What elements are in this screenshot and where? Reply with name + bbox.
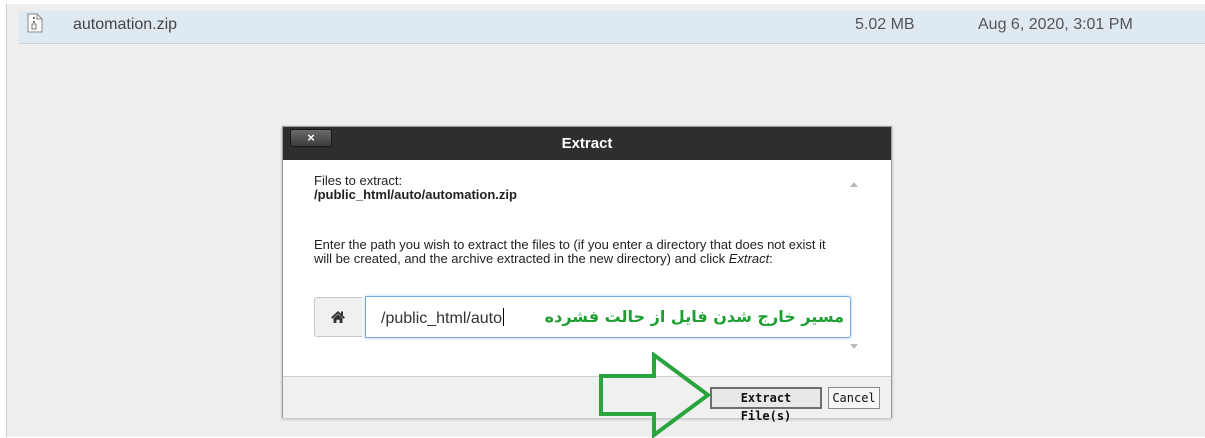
path-text[interactable]: /public_html/auto [381,310,502,327]
text-caret [502,308,504,326]
home-addon[interactable] [314,297,362,337]
path-value[interactable]: /public_html/auto [381,308,504,328]
files-to-extract-label: Files to extract: [314,173,403,188]
extract-instructions: Enter the path you wish to extract the f… [314,238,834,265]
file-row[interactable]: automation.zip 5.02 MB Aug 6, 2020, 3:01… [19,11,1205,44]
home-icon [331,311,345,323]
files-to-extract-path: /public_html/auto/automation.zip [314,187,517,202]
cancel-button[interactable]: Cancel [828,387,880,409]
annotation-text: مسیر خارج شدن فایل از حالت فشرده [544,307,844,326]
dialog-body: Files to extract: /public_html/auto/auto… [283,160,891,376]
zip-file-icon [27,13,43,33]
annotation-arrow-icon [599,352,712,438]
extract-path-input[interactable]: /public_html/auto مسیر خارج شدن فایل از … [365,296,851,338]
instructions-colon: : [769,250,773,266]
dialog-title: Extract [561,135,613,152]
dialog-footer: Extract File(s) Cancel [283,376,891,423]
extract-dialog: × Extract Files to extract: /public_html… [282,126,892,423]
extract-path-group: /public_html/auto مسیر خارج شدن فایل از … [314,296,851,339]
scroll-down-icon[interactable] [850,344,858,349]
file-name[interactable]: automation.zip [73,16,177,34]
scroll-up-icon[interactable] [850,182,858,187]
file-modified-date: Aug 6, 2020, 3:01 PM [978,16,1133,33]
dialog-header: × Extract [283,127,891,160]
extract-files-button[interactable]: Extract File(s) [710,387,822,423]
dialog-scrollbar[interactable] [846,174,864,356]
file-size: 5.02 MB [855,16,915,33]
instructions-extract-emphasis: Extract [728,250,770,266]
